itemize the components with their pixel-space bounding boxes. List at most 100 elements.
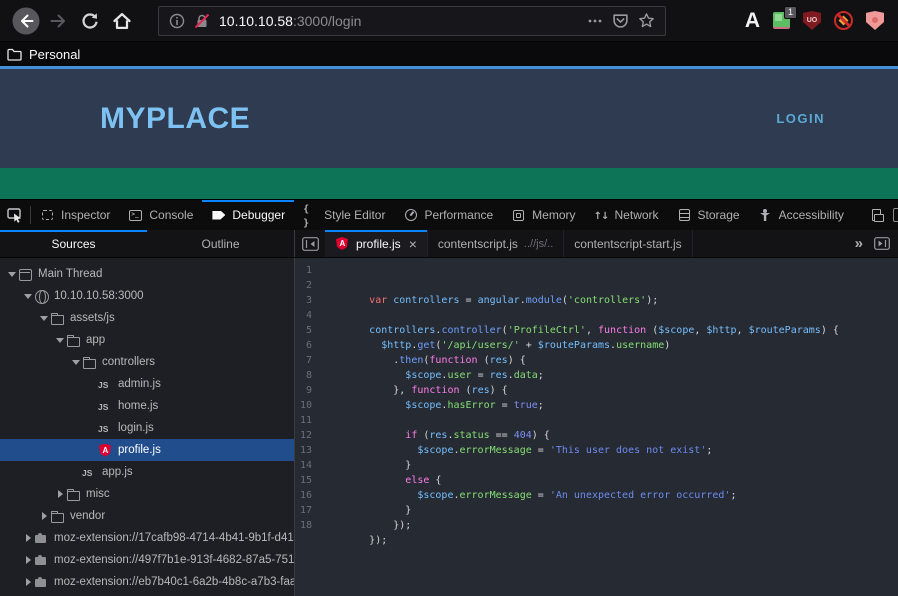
no-edit-extension-icon[interactable] (834, 11, 853, 30)
page-actions-icon[interactable] (587, 13, 603, 29)
home-button[interactable] (106, 5, 138, 37)
tree-row[interactable]: controllers (0, 351, 294, 373)
tree-row[interactable]: Main Thread (0, 263, 294, 285)
url-text[interactable]: 10.10.10.58:3000/login (219, 13, 578, 29)
expand-panes-icon[interactable] (874, 237, 890, 250)
devtools-tab[interactable]: Accessibility (749, 200, 853, 230)
angular-icon (98, 443, 113, 458)
line-number[interactable]: 7 (295, 353, 321, 368)
line-number[interactable]: 4 (295, 308, 321, 323)
more-tabs-icon[interactable]: » (855, 235, 862, 252)
twisty-icon[interactable] (22, 294, 34, 299)
devtools-tab[interactable]: Memory (502, 200, 584, 230)
code-token: ) { (532, 430, 550, 441)
twisty-icon[interactable] (38, 512, 50, 520)
login-link[interactable]: LOGIN (776, 111, 825, 126)
line-number[interactable]: 16 (295, 488, 321, 503)
url-bar[interactable]: 10.10.10.58:3000/login (158, 6, 666, 36)
code-line: 10 if (res.status == 404) { (295, 398, 898, 413)
tree-row[interactable]: admin.js (0, 373, 294, 395)
line-number[interactable]: 12 (295, 428, 321, 443)
twisty-icon[interactable] (70, 360, 82, 365)
line-number[interactable]: 6 (295, 338, 321, 353)
home-icon (112, 11, 132, 31)
devtools-tab[interactable]: Storage (668, 200, 749, 230)
editor-tab-label: contentscript.js (438, 237, 518, 251)
editor-tab[interactable]: contentscript-start.js (564, 230, 692, 257)
back-button[interactable] (10, 5, 42, 37)
twisty-icon[interactable] (22, 534, 34, 542)
bookmark-star-icon[interactable] (638, 12, 655, 29)
close-tab-icon[interactable]: × (409, 237, 417, 251)
extension-green-icon[interactable]: 1 (773, 12, 790, 29)
code-token: ) (664, 340, 670, 351)
clipped-toolbar-icon[interactable] (893, 208, 898, 222)
twisty-icon[interactable] (6, 272, 18, 277)
line-number[interactable]: 8 (295, 368, 321, 383)
tab-sources[interactable]: Sources (0, 230, 147, 257)
line-number[interactable]: 9 (295, 383, 321, 398)
editor-tab[interactable]: contentscript.js ..//js/.. (428, 230, 564, 257)
tree-row[interactable]: home.js (0, 395, 294, 417)
line-number[interactable]: 14 (295, 458, 321, 473)
tree-row[interactable]: 10.10.10.58:3000 (0, 285, 294, 307)
devtools-tab[interactable]: Debugger (202, 200, 294, 230)
twisty-icon[interactable] (22, 578, 34, 586)
twisty-icon[interactable] (38, 316, 50, 321)
line-number[interactable]: 17 (295, 503, 321, 518)
tree-row[interactable]: app (0, 329, 294, 351)
line-number[interactable]: 11 (295, 413, 321, 428)
twisty-icon[interactable] (22, 556, 34, 564)
line-number[interactable]: 18 (295, 518, 321, 533)
tree-label: vendor (70, 510, 105, 522)
js-file-icon (98, 377, 113, 392)
tree-row[interactable]: misc (0, 483, 294, 505)
extension-a-icon[interactable]: A (745, 10, 760, 31)
devtools-tab[interactable]: Style Editor (294, 200, 394, 230)
devtools-tabs: Inspector Console Debugger Style Editor … (31, 200, 853, 230)
line-number[interactable]: 10 (295, 398, 321, 413)
insecure-lock-icon[interactable] (194, 13, 210, 29)
devtools-tab[interactable]: Console (119, 200, 202, 230)
devtools-tab[interactable]: Performance (394, 200, 502, 230)
tree-row[interactable]: moz-extension://eb7b40c1-6a2b-4b8c-a7b3-… (0, 571, 294, 593)
tree-row[interactable]: moz-extension://17cafb98-4714-4b41-9b1f-… (0, 527, 294, 549)
pocket-icon[interactable] (612, 12, 629, 29)
site-brand[interactable]: MYPLACE (100, 102, 250, 136)
tree-row[interactable]: login.js (0, 417, 294, 439)
tree-row[interactable]: moz-extension://497f7b1e-913f-4682-87a5-… (0, 549, 294, 571)
tree-label: Main Thread (38, 268, 102, 280)
extension-badge: 1 (784, 6, 797, 19)
tree-row[interactable]: profile.js (0, 439, 294, 461)
pick-element-button[interactable] (0, 200, 30, 230)
collapse-sources-button[interactable] (295, 230, 325, 257)
forward-icon (47, 10, 69, 32)
network-icon (594, 208, 609, 222)
twisty-icon[interactable] (54, 338, 66, 343)
line-number[interactable]: 3 (295, 293, 321, 308)
site-info-icon[interactable] (169, 13, 185, 29)
devtools-tab[interactable]: Network (585, 200, 668, 230)
pink-shield-extension-icon[interactable] (866, 11, 884, 30)
editor-tab[interactable]: profile.js × (325, 230, 428, 257)
code-editor[interactable]: 1 var controllers = angular.module('cont… (295, 258, 898, 596)
line-number[interactable]: 2 (295, 278, 321, 293)
reload-button[interactable] (74, 5, 106, 37)
tree-row[interactable]: vendor (0, 505, 294, 527)
ublock-origin-icon[interactable]: UO (803, 11, 821, 30)
code-token: 'An unexpected error occurred' (550, 490, 731, 501)
line-number[interactable]: 15 (295, 473, 321, 488)
container-tab-row[interactable]: Personal (0, 42, 898, 66)
tree-row[interactable]: assets/js (0, 307, 294, 329)
tree-row[interactable]: app.js (0, 461, 294, 483)
code-token: , (586, 325, 598, 336)
forward-button[interactable] (42, 5, 74, 37)
line-number[interactable]: 1 (295, 263, 321, 278)
line-number[interactable]: 13 (295, 443, 321, 458)
devtools-tab[interactable]: Inspector (31, 200, 119, 230)
line-number[interactable]: 5 (295, 323, 321, 338)
editor-tab-source-hint: ..//js/.. (524, 238, 553, 250)
tab-outline[interactable]: Outline (147, 230, 294, 257)
twisty-icon[interactable] (54, 490, 66, 498)
code-token: ; (706, 445, 712, 456)
